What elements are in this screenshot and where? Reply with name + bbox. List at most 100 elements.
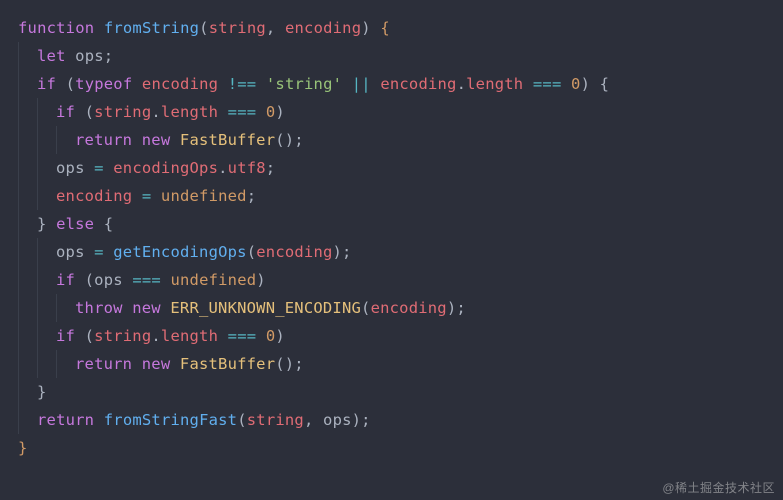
code-token: . [457, 75, 467, 93]
code-line: if (string.length === 0) [18, 98, 765, 126]
code-token: ); [352, 411, 371, 429]
code-token [104, 243, 114, 261]
code-token [256, 103, 266, 121]
code-token: ); [447, 299, 466, 317]
code-line: function fromString(string, encoding) { [18, 14, 765, 42]
code-token: encoding [380, 75, 456, 93]
code-token: FastBuffer [180, 355, 275, 373]
code-token: , [304, 411, 323, 429]
code-line: encoding = undefined; [18, 182, 765, 210]
code-token: { [94, 215, 113, 233]
code-token [132, 75, 142, 93]
code-token [256, 327, 266, 345]
code-token: (); [275, 355, 304, 373]
code-line: return new FastBuffer(); [18, 126, 765, 154]
code-line: return new FastBuffer(); [18, 350, 765, 378]
code-token: fromStringFast [104, 411, 237, 429]
code-token: return [75, 355, 132, 373]
code-token: ( [199, 19, 209, 37]
code-token [170, 131, 180, 149]
code-token: encoding [256, 243, 332, 261]
code-token [218, 103, 228, 121]
code-token: ( [75, 271, 94, 289]
code-token [123, 271, 133, 289]
code-token: 0 [571, 75, 581, 93]
code-token: let [37, 47, 66, 65]
code-token: ); [333, 243, 352, 261]
code-token [132, 131, 142, 149]
code-token: ; [247, 187, 257, 205]
code-token: === [228, 327, 257, 345]
indent-guide [37, 294, 56, 322]
indent-guide [18, 70, 37, 98]
code-token: utf8 [228, 159, 266, 177]
code-token: new [142, 355, 171, 373]
code-token: { [380, 19, 390, 37]
code-token [371, 75, 381, 93]
indent-guide [18, 210, 37, 238]
indent-guide [56, 350, 75, 378]
indent-guide [37, 266, 56, 294]
code-token: (); [275, 131, 304, 149]
code-token: ( [237, 411, 247, 429]
code-token [342, 75, 352, 93]
code-token [123, 299, 133, 317]
indent-guide [37, 350, 56, 378]
code-token: . [151, 103, 161, 121]
code-token [218, 75, 228, 93]
indent-guide [37, 182, 56, 210]
code-token: string [209, 19, 266, 37]
code-token [161, 299, 171, 317]
code-token: return [37, 411, 94, 429]
indent-guide [18, 42, 37, 70]
code-token: === [228, 103, 257, 121]
indent-guide [18, 126, 37, 154]
code-token: === [533, 75, 562, 93]
code-token [85, 243, 95, 261]
code-token [132, 187, 142, 205]
code-token: return [75, 131, 132, 149]
code-token: encoding [371, 299, 447, 317]
code-token: undefined [161, 187, 247, 205]
code-token: function [18, 19, 94, 37]
code-token [170, 355, 180, 373]
indent-guide [18, 154, 37, 182]
code-line: ops = getEncodingOps(encoding); [18, 238, 765, 266]
code-token [104, 159, 114, 177]
indent-guide [18, 378, 37, 406]
code-token: 'string' [266, 75, 342, 93]
indent-guide [37, 98, 56, 126]
code-token: . [151, 327, 161, 345]
code-token: FastBuffer [180, 131, 275, 149]
code-token: = [142, 187, 152, 205]
code-token: ( [56, 75, 75, 93]
code-line: let ops; [18, 42, 765, 70]
indent-guide [37, 154, 56, 182]
code-token: new [142, 131, 171, 149]
code-token [66, 47, 76, 65]
indent-guide [56, 294, 75, 322]
code-token: if [56, 271, 75, 289]
code-token: if [37, 75, 56, 93]
indent-guide [18, 322, 37, 350]
code-token [94, 19, 104, 37]
code-token: length [161, 327, 218, 345]
code-token: if [56, 327, 75, 345]
code-block: function fromString(string, encoding) {l… [0, 0, 783, 476]
code-line: } [18, 378, 765, 406]
code-line: throw new ERR_UNKNOWN_ENCODING(encoding)… [18, 294, 765, 322]
indent-guide [18, 98, 37, 126]
code-token: ) [256, 271, 266, 289]
code-token: ops [94, 271, 123, 289]
code-token: new [132, 299, 161, 317]
code-token [85, 159, 95, 177]
code-token: || [352, 75, 371, 93]
code-line: return fromStringFast(string, ops); [18, 406, 765, 434]
code-token: . [218, 159, 228, 177]
code-token: length [161, 103, 218, 121]
code-token: else [56, 215, 94, 233]
indent-guide [37, 238, 56, 266]
code-token [256, 75, 266, 93]
code-token: encoding [56, 187, 132, 205]
code-token: if [56, 103, 75, 121]
